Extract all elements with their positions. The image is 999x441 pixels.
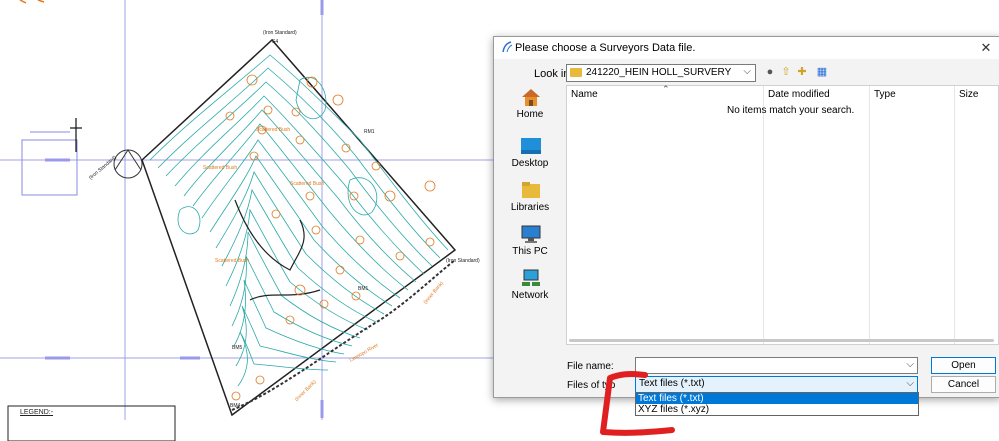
column-divider[interactable] [869,86,870,344]
chevron-down-icon[interactable]: ⌵ [906,359,914,370]
empty-message: No items match your search. [727,105,855,116]
column-divider[interactable] [954,86,955,344]
file-type-option-txt[interactable]: Text files (*.txt) [636,393,918,404]
up-folder-icon[interactable]: ⇧ [780,66,792,78]
cad-label: Scattered Bush [203,165,238,171]
files-of-type-dropdown: Text files (*.txt) XYZ files (*.xyz) [635,392,919,416]
chevron-down-icon[interactable]: ⌵ [906,378,914,389]
file-name-label: File name: [567,361,614,372]
cad-label: BM4 [230,403,241,409]
column-header-type[interactable]: Type [874,89,896,100]
place-network[interactable]: Network [500,268,560,310]
cad-label: BM5 [232,345,243,351]
place-this-pc[interactable]: This PC [500,224,560,266]
column-divider[interactable] [763,86,764,344]
legend-title: LEGEND:- [20,409,54,416]
places-bar: Home Desktop Libraries This PC Network [500,87,560,347]
cad-label: Scattered Bush [256,127,291,133]
libraries-icon [522,182,540,198]
horizontal-scrollbar[interactable] [569,339,994,342]
network-icon [522,269,540,286]
file-type-option-xyz[interactable]: XYZ files (*.xyz) [636,404,918,415]
place-label: Libraries [510,202,550,213]
place-label: Home [516,109,544,120]
look-in-value: 241220_HEIN HOLL_SURVERY [586,67,732,78]
cad-label: Scattered Bush [215,258,250,264]
new-folder-icon[interactable]: ✚ [796,66,808,78]
column-header-date-modified[interactable]: Date modified [768,89,830,100]
cad-label: S4 [272,39,279,45]
look-in-select[interactable]: 241220_HEIN HOLL_SURVERY ⌵ [566,64,756,82]
place-home[interactable]: Home [500,87,560,129]
place-label: Network [511,290,549,301]
files-of-type-value: Text files (*.txt) [639,378,705,389]
cad-label: (Iron Standard) [263,30,297,36]
chevron-down-icon: ⌵ [743,66,751,77]
files-of-type-select[interactable]: Text files (*.txt) ⌵ [635,376,918,393]
folder-icon [570,68,582,77]
cancel-button[interactable]: Cancel [931,376,996,393]
cad-label: RM1 [364,129,375,135]
sort-caret-icon: ⌃ [662,84,670,94]
place-label: This PC [512,246,548,257]
app-icon [502,41,513,53]
computer-icon [521,225,541,243]
column-header-size[interactable]: Size [959,89,978,100]
open-button[interactable]: Open [931,357,996,374]
cad-label: BM1 [358,286,369,292]
cad-label: Scattered Bush [290,181,325,187]
column-header-name[interactable]: Name [571,89,598,100]
files-of-type-label: Files of typ [567,380,616,391]
cad-label: (Iron Standard) [446,258,480,264]
file-open-dialog: Please choose a Surveyors Data file. ✕ L… [493,36,999,416]
place-libraries[interactable]: Libraries [500,180,560,222]
home-icon [522,89,540,106]
dialog-title: Please choose a Surveyors Data file. [515,42,696,54]
desktop-icon [521,138,541,154]
dialog-titlebar[interactable]: Please choose a Surveyors Data file. ✕ [494,37,999,59]
file-name-input[interactable]: ⌵ [635,357,918,374]
place-desktop[interactable]: Desktop [500,136,560,178]
file-list[interactable]: ⌃ Name Date modified Type Size No items … [566,84,999,345]
close-button[interactable]: ✕ [972,37,999,59]
view-menu-icon[interactable]: ▦ [814,66,830,78]
place-label: Desktop [511,158,549,169]
back-icon[interactable]: ● [764,66,776,78]
